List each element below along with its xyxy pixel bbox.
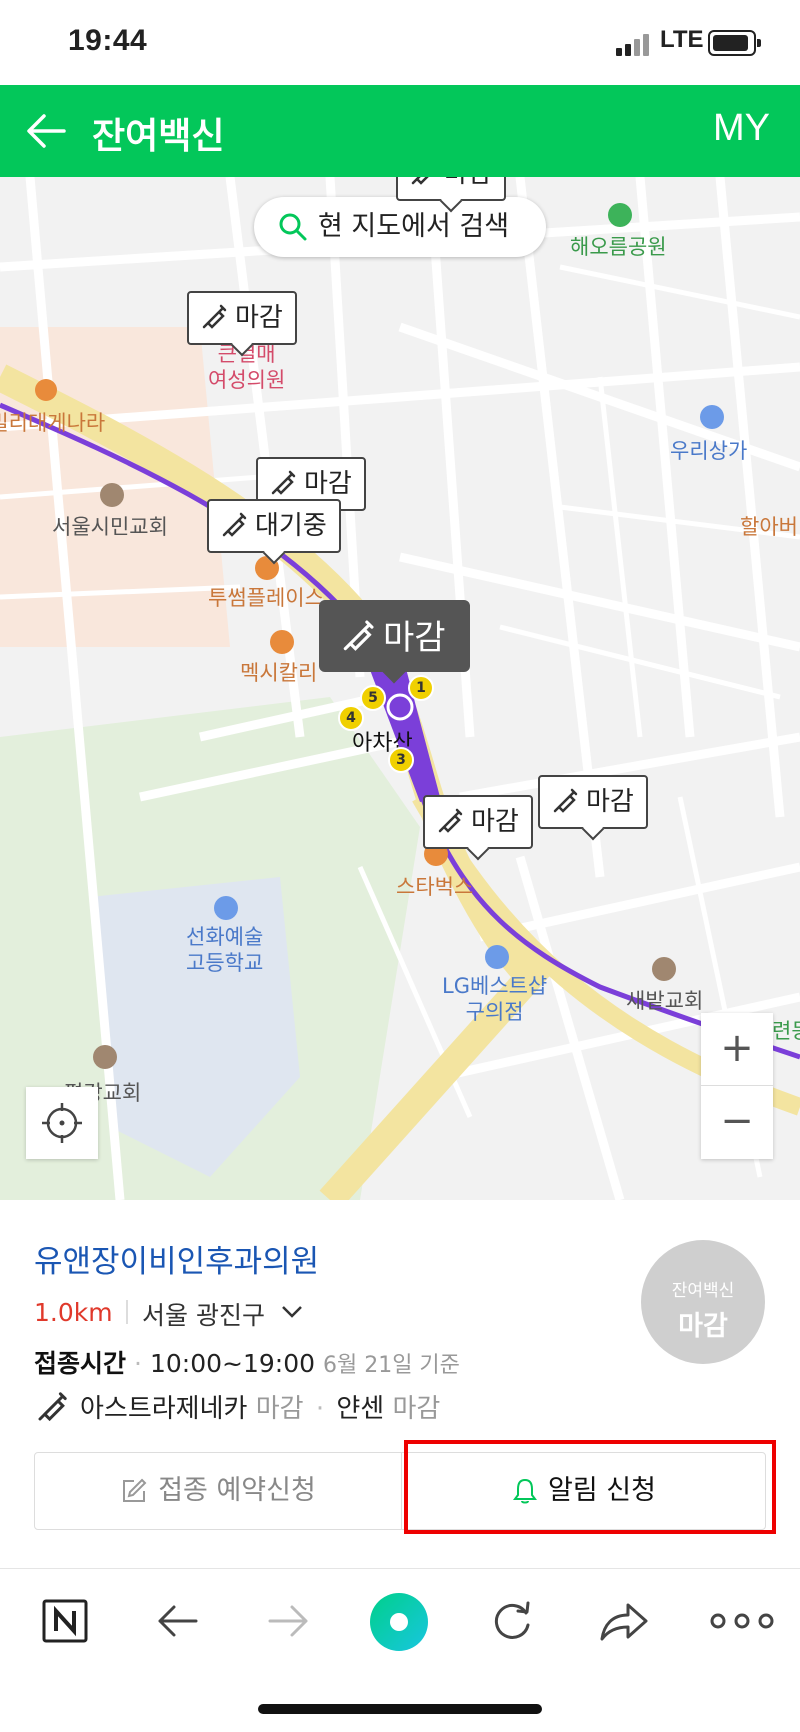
app-header: 잔여백신 MY (0, 85, 800, 177)
chevron-down-icon[interactable] (280, 1304, 304, 1320)
share-icon[interactable] (592, 1589, 656, 1653)
divider (126, 1300, 128, 1324)
search-this-area-label: 현 지도에서 검색 (318, 211, 510, 242)
back-arrow-icon[interactable] (24, 109, 68, 153)
vaccine-marker-label: 마감 (304, 469, 352, 499)
place-label-church2: 새밭교회 (626, 989, 704, 1013)
my-button[interactable]: MY (713, 107, 770, 150)
vaccine-marker-label: 대기중 (255, 511, 327, 541)
reserve-button-label: 접종 예약신청 (158, 1475, 316, 1506)
more-icon[interactable] (702, 1589, 782, 1653)
network-type: LTE (660, 26, 704, 53)
vaccine-marker[interactable]: 마감 (538, 775, 648, 829)
page-title: 잔여백신 (92, 116, 225, 157)
browser-back-icon[interactable] (146, 1589, 210, 1653)
syringe-icon (202, 304, 227, 329)
syringe-icon (553, 788, 578, 813)
as-of-date: 6월 21일 기준 (322, 1353, 460, 1378)
station-exit-3: 3 (388, 747, 414, 773)
clinic-name[interactable]: 유앤장이비인후과의원 (34, 1236, 319, 1281)
vaccine-marker[interactable]: 대기중 (207, 499, 341, 553)
syringe-icon (222, 512, 247, 537)
place-label-right2: 련동 (772, 1019, 800, 1043)
search-icon (279, 213, 307, 241)
naver-n-icon[interactable] (34, 1589, 98, 1653)
vaccine-marker-label: 마감 (586, 787, 634, 817)
zoom-in-button[interactable]: + (701, 1013, 773, 1085)
vaccine-marker[interactable]: 마감 (423, 795, 533, 849)
place-label-right1: 할아버 (740, 515, 798, 539)
hours-value: 10:00~19:00 (149, 1349, 316, 1378)
browser-toolbar (0, 1568, 800, 1732)
status-time: 19:44 (68, 24, 148, 57)
signal-icon (616, 32, 652, 56)
separator-dot: · (134, 1349, 142, 1378)
place-label-park: 해오름공원 (570, 235, 667, 259)
place-label-church: 서울시민교회 (52, 515, 168, 539)
current-location-button[interactable] (26, 1087, 98, 1159)
vaccine-marker-label: 마감 (471, 807, 519, 837)
place-label-restaurant: 패밀리대게나라 (0, 411, 106, 435)
highlight-box (404, 1440, 776, 1534)
region-text: 서울 광진구 (142, 1301, 265, 1330)
vaccine-marker-label: 마감 (235, 303, 283, 333)
station-exit-5: 5 (360, 685, 386, 711)
place-label-school: 선화예술 고등학교 (186, 925, 264, 975)
syringe-icon (411, 177, 429, 185)
place-label-cafe: 투썸플레이스 (208, 586, 324, 610)
place-label-starbucks: 스타벅스 (396, 875, 474, 899)
vaccine-row: 아스트라제네카 마감 · 얀센 마감 (34, 1388, 440, 1425)
vaccine2-status: 마감 (392, 1394, 441, 1424)
syringe-icon (271, 470, 296, 495)
place-label-restaurant2: 멕시칼리 (240, 661, 318, 685)
zoom-out-button[interactable]: − (701, 1085, 773, 1158)
vaccine-marker-label: 마감 (444, 177, 492, 189)
refresh-icon[interactable] (480, 1589, 544, 1653)
syringe-icon (438, 808, 463, 833)
vaccine2-name: 얀센 (336, 1394, 385, 1424)
hours-row: 접종시간 · 10:00~19:00 6월 21일 기준 (34, 1344, 460, 1380)
zoom-controls: + − (701, 1013, 773, 1159)
reserve-button[interactable]: 접종 예약신청 (35, 1453, 401, 1529)
home-indicator (258, 1704, 542, 1714)
vaccine1-name: 아스트라제네카 (80, 1394, 248, 1424)
vaccine-marker[interactable]: 마감 (187, 291, 297, 345)
status-badge: 잔여백신 마감 (641, 1240, 765, 1364)
distance-text: 1.0km (34, 1298, 113, 1327)
syringe-icon (38, 1392, 67, 1422)
vaccine-marker[interactable]: 마감 (396, 177, 506, 201)
battery-icon (708, 30, 761, 56)
status-bar: 19:44 LTE (0, 0, 800, 85)
badge-top: 잔여백신 (671, 1281, 735, 1301)
place-label-store: LG베스트샵 구의점 (442, 974, 548, 1024)
syringe-icon (343, 620, 374, 651)
browser-forward-icon[interactable] (256, 1589, 320, 1653)
station-exit-1: 1 (408, 675, 434, 701)
vaccine-marker-label: 마감 (383, 618, 446, 658)
locate-icon (42, 1103, 82, 1143)
place-label-mall: 우리상가 (670, 439, 748, 463)
station-exit-4: 4 (338, 705, 364, 731)
pencil-edit-icon (123, 1478, 147, 1502)
vaccine1-status: 마감 (255, 1394, 304, 1424)
map-view[interactable]: 해오름공원 큰열매 여성의원 패밀리대게나라 우리상가 서울시민교회 할아버 투… (0, 177, 800, 1200)
badge-bottom: 마감 (678, 1311, 728, 1342)
hours-label: 접종시간 (34, 1349, 127, 1378)
vaccine-marker-selected[interactable]: 마감 (319, 600, 470, 672)
map-base (0, 177, 800, 1200)
home-circle-icon[interactable] (366, 1589, 432, 1655)
search-this-area-button[interactable]: 현 지도에서 검색 (254, 197, 546, 257)
